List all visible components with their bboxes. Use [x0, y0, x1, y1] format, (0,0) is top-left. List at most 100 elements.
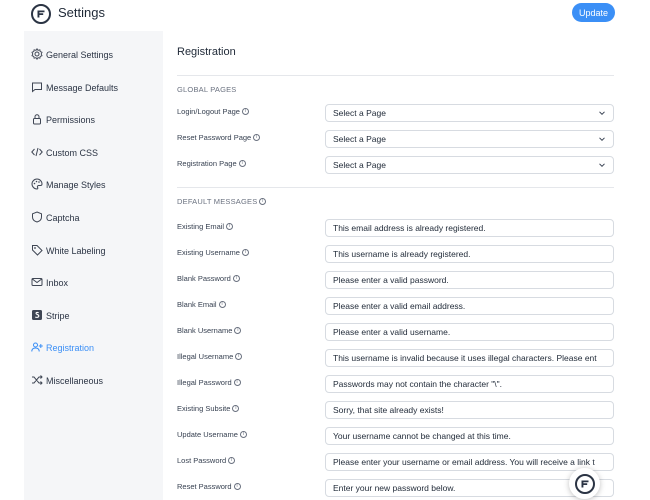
- sidebar-item-label: Manage Styles: [46, 180, 106, 190]
- lost-password-input[interactable]: Please enter your username or email addr…: [325, 453, 614, 471]
- settings-content: Registration GLOBAL PAGES Login/Logout P…: [163, 31, 625, 500]
- illegal-username-input[interactable]: This username is invalid because it uses…: [325, 349, 614, 367]
- shield-icon: [32, 211, 42, 223]
- field-label: Reset Password Page: [177, 133, 252, 142]
- formidable-logo-icon: [31, 4, 51, 24]
- field-label: Illegal Password: [177, 378, 232, 387]
- formidable-logo-icon: [574, 473, 595, 494]
- info-icon[interactable]: i: [238, 160, 246, 167]
- registration-page-select[interactable]: Select a Page: [325, 156, 614, 174]
- blank-username-input[interactable]: Please enter a valid username.: [325, 323, 614, 341]
- form-row: Update Username i Your username cannot be…: [177, 427, 614, 445]
- form-row: Login/Logout Page i Select a Page: [177, 104, 614, 122]
- sidebar-item-white-labeling[interactable]: White Labeling: [24, 239, 163, 263]
- mail-icon: [31, 278, 43, 286]
- tag-icon: [32, 245, 43, 256]
- info-icon[interactable]: i: [232, 275, 240, 282]
- sidebar-item-permissions[interactable]: Permissions: [24, 108, 163, 132]
- form-row: Existing Subsite i Sorry, that site alrea…: [177, 401, 614, 419]
- update-username-input[interactable]: Your username cannot be changed at this …: [325, 427, 614, 445]
- sidebar-item-miscellaneous[interactable]: Miscellaneous: [24, 369, 163, 393]
- info-icon[interactable]: i: [233, 379, 241, 386]
- field-label: Blank Password: [177, 274, 231, 283]
- blank-email-input[interactable]: Please enter a valid email address.: [325, 297, 614, 315]
- sidebar-item-registration[interactable]: Registration: [24, 336, 163, 360]
- sidebar-item-label: Captcha: [46, 213, 80, 223]
- blank-password-input[interactable]: Please enter a valid password.: [325, 271, 614, 289]
- sidebar-item-captcha[interactable]: Captcha: [24, 206, 163, 230]
- form-row: Lost Password i Please enter your usernam…: [177, 453, 614, 471]
- info-icon[interactable]: i: [239, 431, 247, 438]
- code-icon: [31, 147, 43, 157]
- form-row: Blank Email i Please enter a valid email …: [177, 297, 614, 315]
- update-button[interactable]: Update: [572, 3, 615, 22]
- info-icon[interactable]: i: [241, 249, 249, 256]
- info-icon[interactable]: i: [234, 327, 242, 334]
- form-row: Illegal Password i Passwords may not cont…: [177, 375, 614, 393]
- form-row: Blank Password i Please enter a valid pas…: [177, 271, 614, 289]
- info-icon[interactable]: i: [259, 198, 267, 205]
- info-icon[interactable]: i: [228, 457, 236, 464]
- form-row: Existing Username i This username is alre…: [177, 245, 614, 263]
- field-label: Login/Logout Page: [177, 107, 240, 116]
- form-row: Reset Password i Enter your new password …: [177, 479, 614, 497]
- field-label: Existing Username: [177, 248, 240, 257]
- user-plus-icon: [31, 342, 43, 352]
- field-label: Registration Page: [177, 159, 237, 168]
- form-row: Existing Email i This email address is al…: [177, 219, 614, 237]
- chevron-down-icon: [599, 111, 605, 116]
- section-divider: [177, 187, 614, 188]
- top-bar: Settings Update: [0, 0, 650, 31]
- chevron-down-icon: [599, 163, 605, 168]
- chevron-down-icon: [599, 137, 605, 142]
- sidebar-item-manage-styles[interactable]: Manage Styles: [24, 173, 163, 197]
- reset-password-page-select[interactable]: Select a Page: [325, 130, 614, 148]
- sidebar-item-label: Miscellaneous: [46, 376, 104, 386]
- form-row: Reset Password Page i Select a Page: [177, 130, 614, 148]
- field-label: Blank Username: [177, 326, 233, 335]
- default-messages-heading: DEFAULT MESSAGES i: [177, 197, 267, 206]
- field-label: Reset Password: [177, 482, 232, 491]
- info-icon[interactable]: i: [232, 405, 240, 412]
- info-icon[interactable]: i: [253, 134, 261, 141]
- lock-icon: [33, 114, 41, 125]
- existing-email-input[interactable]: This email address is already registered…: [325, 219, 614, 237]
- field-label: Blank Email: [177, 300, 217, 309]
- sidebar-item-label: Inbox: [46, 278, 69, 288]
- info-icon[interactable]: i: [241, 108, 249, 115]
- form-row: Blank Username i Please enter a valid use…: [177, 323, 614, 341]
- existing-username-input[interactable]: This username is already registered.: [325, 245, 614, 263]
- sidebar-item-custom-css[interactable]: Custom CSS: [24, 141, 163, 165]
- section-title: Registration: [177, 46, 236, 58]
- form-row: Registration Page i Select a Page: [177, 156, 614, 174]
- sidebar-item-message-defaults[interactable]: Message Defaults: [24, 76, 163, 100]
- sidebar-item-stripe[interactable]: Stripe: [24, 304, 163, 328]
- shuffle-icon: [32, 375, 43, 385]
- sidebar-item-inbox[interactable]: Inbox: [24, 271, 163, 295]
- field-label: Illegal Username: [177, 352, 234, 361]
- login-logout-page-select[interactable]: Select a Page: [325, 104, 614, 122]
- info-icon[interactable]: i: [226, 223, 234, 230]
- message-icon: [32, 82, 42, 93]
- palette-icon: [31, 178, 43, 190]
- sidebar-item-general-settings[interactable]: General Settings: [24, 43, 163, 67]
- field-label: Existing Email: [177, 222, 225, 231]
- existing-subsite-input[interactable]: Sorry, that site already exists!: [325, 401, 614, 419]
- illegal-password-input[interactable]: Passwords may not contain the character …: [325, 375, 614, 393]
- field-label: Lost Password: [177, 456, 227, 465]
- sidebar-item-label: General Settings: [46, 50, 114, 60]
- field-label: Existing Subsite: [177, 404, 231, 413]
- stripe-icon: [32, 310, 42, 320]
- sidebar-item-label: Stripe: [46, 311, 70, 321]
- settings-sidebar: General Settings Message Defaults Permis…: [24, 31, 163, 500]
- info-icon[interactable]: i: [233, 483, 241, 490]
- gear-icon: [31, 48, 43, 60]
- page-title: Settings: [58, 5, 105, 20]
- sidebar-item-label: Registration: [46, 343, 95, 353]
- help-floating-button[interactable]: [569, 468, 600, 499]
- info-icon[interactable]: i: [235, 353, 243, 360]
- global-pages-heading: GLOBAL PAGES: [177, 85, 237, 94]
- info-icon[interactable]: i: [218, 301, 226, 308]
- sidebar-item-label: Custom CSS: [46, 148, 99, 158]
- sidebar-item-label: White Labeling: [46, 246, 106, 256]
